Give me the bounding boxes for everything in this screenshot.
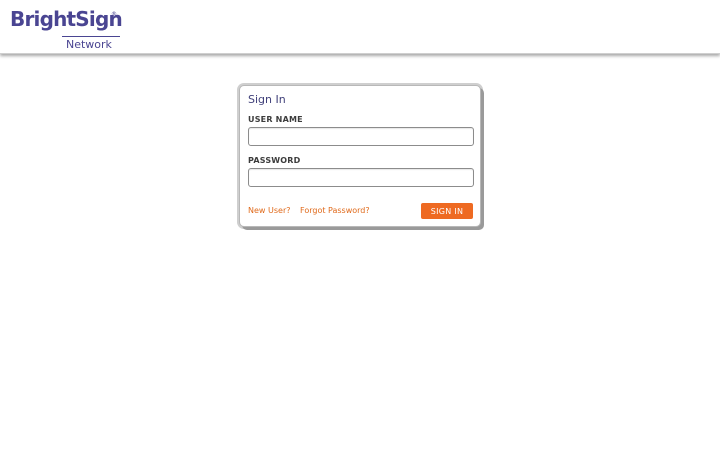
logo-divider (62, 36, 120, 37)
logo-registered-mark: ® (111, 11, 117, 18)
sign-in-panel: Sign In USER NAME PASSWORD New User? For… (239, 85, 481, 227)
top-header: BrightSign ® Network (0, 0, 720, 54)
sign-in-button[interactable]: SIGN IN (421, 203, 473, 219)
username-input[interactable] (248, 127, 474, 146)
sign-in-title: Sign In (248, 93, 286, 106)
logo-wordmark: BrightSign (10, 7, 123, 31)
password-label: PASSWORD (248, 156, 301, 165)
brightsign-network-logo: BrightSign ® Network (10, 6, 123, 51)
new-user-link[interactable]: New User? (248, 206, 290, 216)
forgot-password-link[interactable]: Forgot Password? (300, 206, 370, 216)
username-label: USER NAME (248, 115, 303, 124)
logo-subtitle: Network (66, 38, 112, 51)
password-input[interactable] (248, 168, 474, 187)
